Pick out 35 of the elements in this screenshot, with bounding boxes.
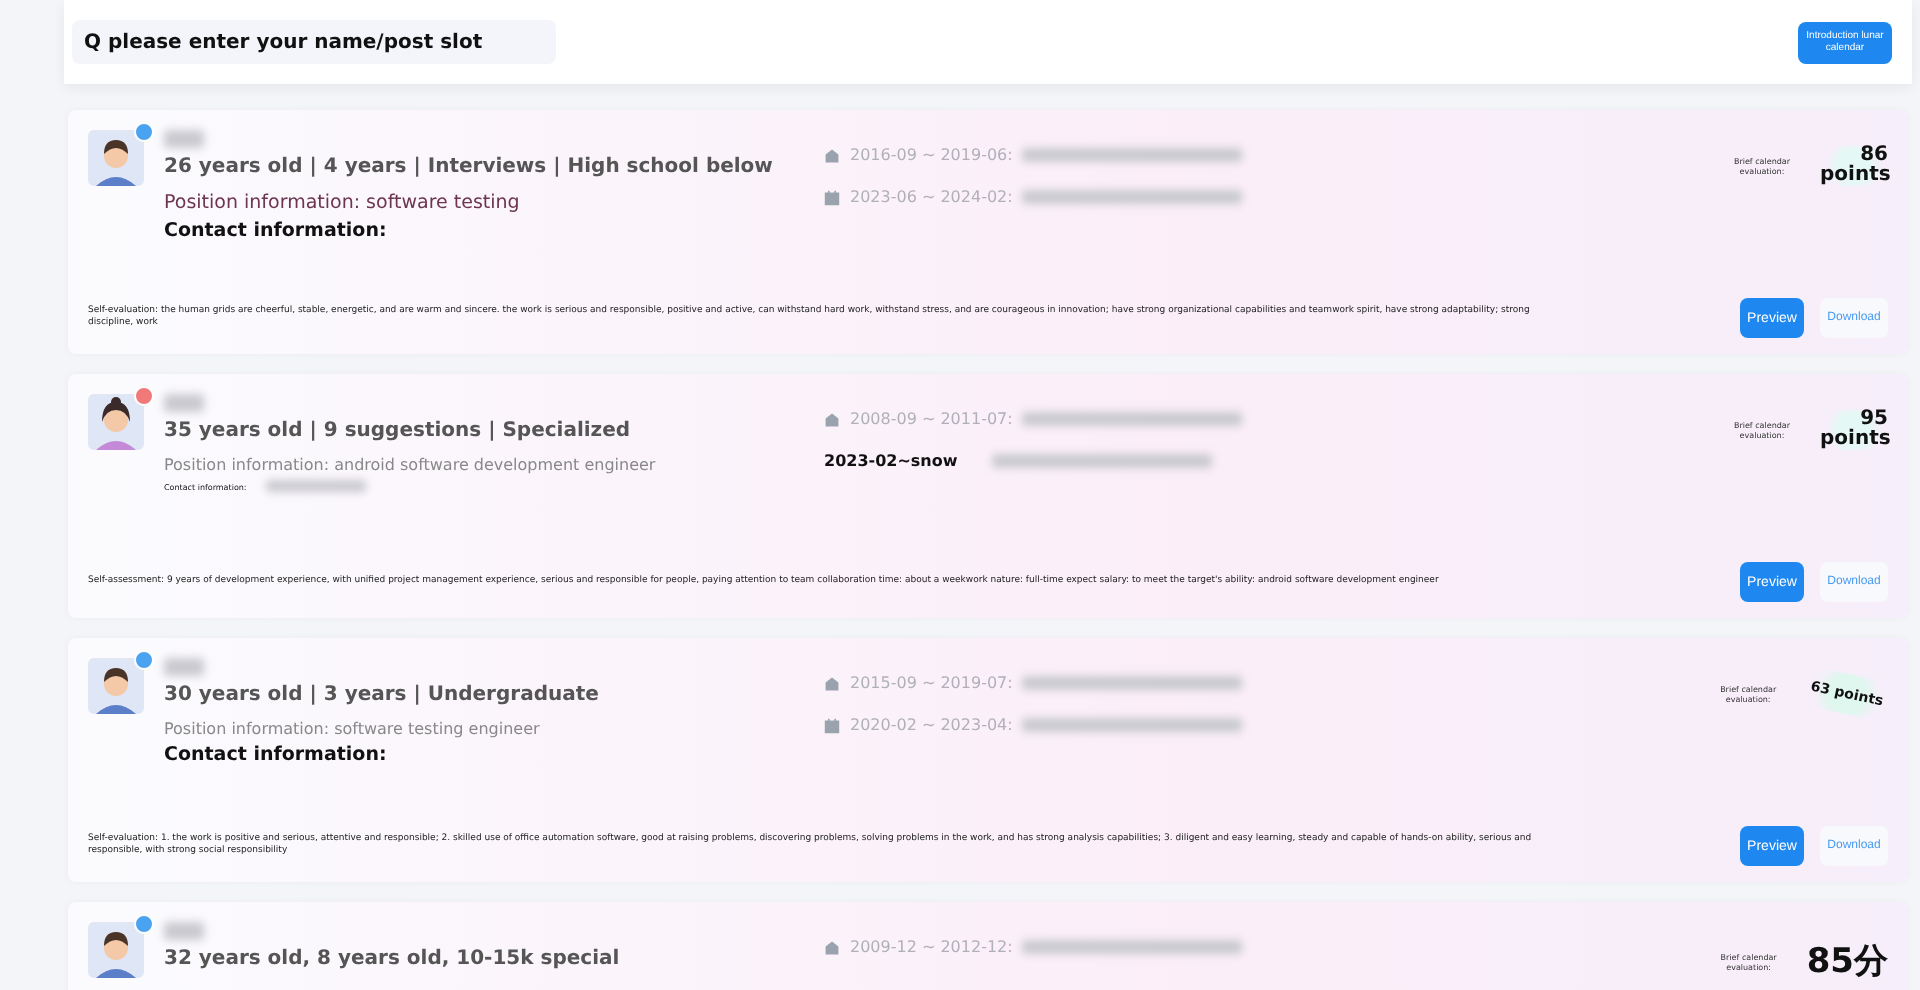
avatar-icon [88, 394, 144, 450]
candidate-summary: 30 years old | 3 years | Undergraduate [164, 684, 601, 706]
score-value: 95 points [1820, 410, 1888, 450]
candidate-summary: 26 years old | 4 years | Interviews | High school below [164, 156, 775, 178]
blurred-name [164, 130, 204, 148]
house-icon [824, 411, 840, 427]
avatar-icon [88, 130, 144, 186]
candidate-summary: 32 years old, 8 years old, 10-15k special [164, 948, 622, 970]
blurred-name [164, 922, 204, 940]
position-info: Position information: software testing [164, 192, 522, 214]
blurred-name [164, 658, 204, 676]
contact-label: Contact information: [164, 744, 387, 766]
education-period: 2009-12 ~ 2012-12: [850, 938, 1013, 956]
house-icon [824, 939, 840, 955]
house-icon [824, 675, 840, 691]
education-period: 2023-06 ~ 2024-02: [850, 188, 1013, 206]
candidate-summary: 35 years old | 9 suggestions | Specialized [164, 420, 633, 442]
position-info: Position information: software testing engineer [164, 720, 542, 738]
calendar-icon [824, 189, 840, 205]
avatar-icon [88, 658, 144, 714]
education-period: 2008-09 ~ 2011-07: [850, 410, 1013, 428]
score-value: 85分 [1806, 940, 1888, 984]
contact-label: Contact information: [164, 220, 387, 242]
education-period: 2015-09 ~ 2019-07: [850, 674, 1013, 692]
position-info: Position information: android software development engineer [164, 456, 658, 474]
work-period: 2023-02~snow [824, 452, 958, 470]
calendar-icon [824, 717, 840, 733]
blurred-contact [266, 480, 367, 492]
score-value: 86 points [1820, 146, 1888, 186]
education-period: 2020-02 ~ 2023-04: [850, 716, 1013, 734]
search-field[interactable]: Q please enter your name/post slot [72, 20, 556, 64]
blurred-name [164, 394, 204, 412]
house-icon [824, 147, 840, 163]
avatar-icon [88, 922, 144, 978]
education-period: 2016-09 ~ 2019-06: [850, 146, 1013, 164]
